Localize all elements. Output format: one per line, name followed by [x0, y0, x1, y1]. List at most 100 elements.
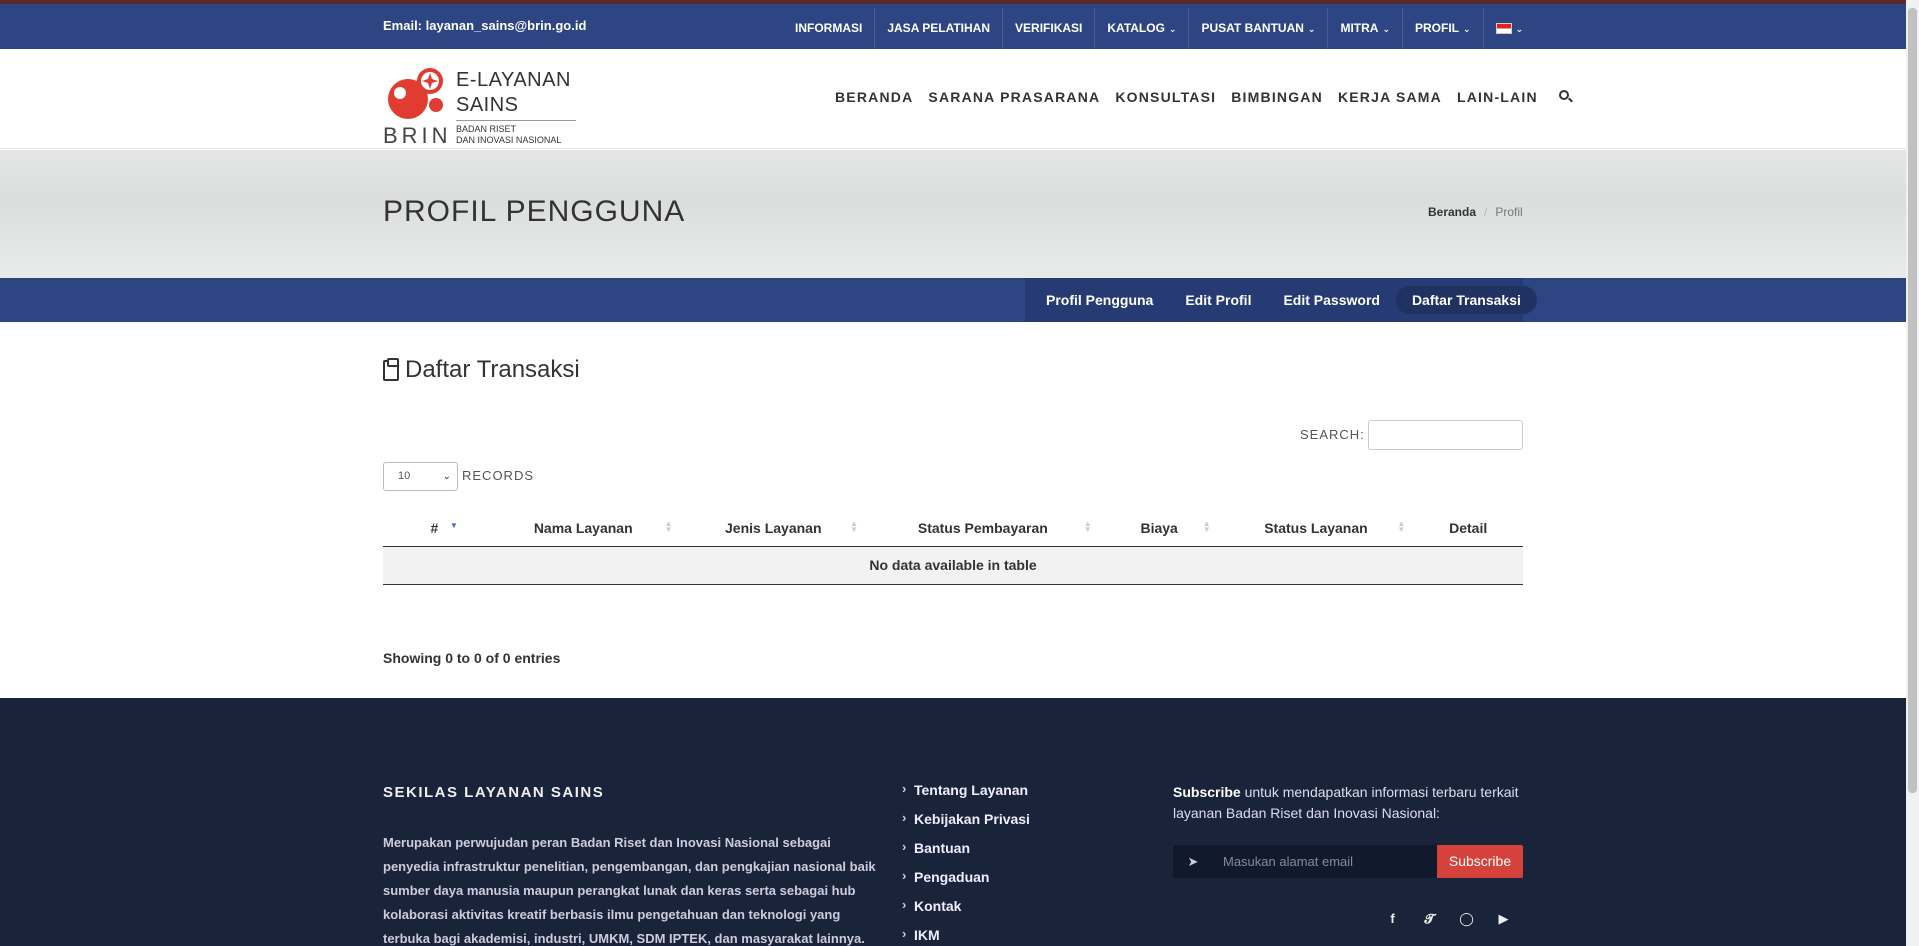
sort-icon: ▲ ▼: [1083, 519, 1092, 534]
top-menu-verifikasi[interactable]: VERIFIKASI: [1003, 8, 1096, 49]
top-menu-label: KATALOG: [1107, 21, 1165, 35]
search-label: SEARCH:: [1300, 427, 1365, 442]
top-menu-katalog[interactable]: KATALOG ⌄: [1095, 8, 1190, 49]
top-bar: Email: layanan_sains@brin.go.id INFORMAS…: [0, 0, 1906, 49]
contact-email: Email: layanan_sains@brin.go.id: [383, 18, 587, 33]
chevron-down-icon: ⌄: [442, 471, 451, 482]
section-title-text: Daftar Transaksi: [405, 356, 580, 383]
nav-kerja-sama[interactable]: KERJA SAMA: [1338, 89, 1442, 105]
footer-link-kontak[interactable]: Kontak: [902, 897, 1030, 927]
nav-sarana-prasarana[interactable]: SARANA PRASARANA: [928, 89, 1100, 105]
logo-title-line2: SAINS: [456, 94, 519, 116]
column-header-biaya[interactable]: Biaya ▲ ▼: [1099, 510, 1219, 547]
footer-link-tentang-layanan[interactable]: Tentang Layanan: [902, 781, 1030, 811]
chevron-down-icon: ⌄: [1515, 24, 1524, 34]
top-menu-mitra[interactable]: MITRA ⌄: [1328, 8, 1404, 49]
brin-logo[interactable]: E-LAYANAN SAINS BRIN BADAN RISET DAN INO…: [383, 59, 583, 148]
chevron-down-icon: ⌄: [1463, 24, 1471, 34]
records-per-page-select[interactable]: 10 ⌄: [383, 462, 458, 491]
tab-edit-profil[interactable]: Edit Profil: [1169, 286, 1267, 314]
logo-subtitle-2: DAN INOVASI NASIONAL: [456, 135, 562, 145]
logo-title-line1: E-LAYANAN: [456, 69, 571, 91]
logo-brand: BRIN: [383, 123, 452, 148]
logo-divider: [456, 120, 576, 121]
nav-konsultasi[interactable]: KONSULTASI: [1115, 89, 1216, 105]
top-menu-label: VERIFIKASI: [1015, 21, 1083, 35]
scrollbar-thumb[interactable]: [1908, 8, 1917, 793]
records-per-page-value: 10: [398, 470, 411, 482]
twitter-icon[interactable]: 𝓣: [1421, 910, 1438, 927]
footer-about-text: Merupakan perwujudan peran Badan Riset d…: [383, 835, 876, 946]
sort-icon: ▲ ▼: [850, 519, 858, 534]
chevron-down-icon: ⌄: [1382, 24, 1391, 34]
breadcrumb: Beranda / Profil: [1428, 205, 1523, 219]
column-header-status-layanan[interactable]: Status Layanan ▲ ▼: [1218, 510, 1414, 547]
subscribe-text: Subscribe untuk mendapatkan informasi te…: [1173, 782, 1523, 824]
breadcrumb-separator: /: [1484, 205, 1488, 219]
table-header-row: # ▼ Nama Layanan ▲ ▼ Jenis Layanan ▲ ▼ Sta…: [383, 510, 1523, 547]
top-menu-informasi[interactable]: INFORMASI: [783, 8, 876, 49]
top-menu-pusat-bantuan[interactable]: PUSAT BANTUAN ⌄: [1189, 8, 1329, 49]
profile-tabs: Profil Pengguna Edit Profil Edit Passwor…: [1025, 278, 1537, 322]
youtube-icon[interactable]: ▶: [1495, 910, 1512, 927]
empty-table-message: No data available in table: [383, 546, 1523, 585]
top-menu-jasa-pelatihan[interactable]: JASA PELATIHAN: [875, 8, 1004, 49]
chevron-down-icon: ⌄: [1307, 24, 1316, 34]
table-row: No data available in table: [383, 546, 1523, 585]
page-title: PROFIL PENGGUNA: [383, 195, 686, 228]
subscribe-form: ➤ Subscribe: [1173, 845, 1523, 878]
footer-link-ikm[interactable]: IKM: [902, 926, 1030, 946]
page-title-banner: PROFIL PENGGUNA Beranda / Profil: [0, 150, 1906, 278]
sort-icon: ▲ ▼: [1397, 519, 1406, 534]
footer-link-pengaduan[interactable]: Pengaduan: [902, 868, 1030, 898]
logo-subtitle-1: BADAN RISET: [456, 124, 517, 134]
column-header-label: #: [430, 519, 439, 536]
column-header-number[interactable]: # ▼: [383, 510, 486, 547]
search-icon[interactable]: [1558, 90, 1573, 104]
column-header-nama-layanan[interactable]: Nama Layanan ▲ ▼: [485, 510, 681, 547]
clipboard-icon: [383, 357, 399, 381]
subscribe-email-input[interactable]: [1213, 845, 1437, 878]
footer-heading: SEKILAS LAYANAN SAINS: [383, 784, 605, 801]
column-header-label: Detail: [1449, 519, 1488, 536]
section-title: Daftar Transaksi: [383, 356, 580, 384]
facebook-icon[interactable]: f: [1384, 910, 1401, 927]
top-menu-label: INFORMASI: [795, 21, 863, 35]
breadcrumb-home[interactable]: Beranda: [1428, 205, 1476, 219]
footer-link-bantuan[interactable]: Bantuan: [902, 839, 1030, 869]
tab-daftar-transaksi[interactable]: Daftar Transaksi: [1395, 286, 1537, 314]
nav-lain-lain[interactable]: LAIN-LAIN: [1457, 89, 1538, 105]
brin-emblem-icon: [388, 68, 443, 119]
chevron-down-icon: ⌄: [1168, 24, 1177, 34]
sort-icon: ▲ ▼: [664, 519, 673, 534]
footer-link-kebijakan-privasi[interactable]: Kebijakan Privasi: [902, 810, 1030, 840]
top-menu-label: PUSAT BANTUAN: [1201, 21, 1304, 35]
subscribe-text-bold: Subscribe: [1173, 784, 1241, 800]
tab-profil-pengguna[interactable]: Profil Pengguna: [1030, 286, 1169, 314]
language-selector[interactable]: ⌄: [1484, 8, 1536, 49]
column-header-status-pembayaran[interactable]: Status Pembayaran ▲ ▼: [865, 510, 1100, 547]
records-label: RECORDS: [462, 468, 535, 483]
top-menu-label: JASA PELATIHAN: [887, 21, 991, 35]
nav-bimbingan[interactable]: BIMBINGAN: [1231, 89, 1323, 105]
transactions-table: # ▼ Nama Layanan ▲ ▼ Jenis Layanan ▲ ▼ Sta…: [383, 510, 1523, 585]
paper-plane-icon: ➤: [1173, 845, 1213, 878]
instagram-icon[interactable]: ◯: [1458, 910, 1475, 927]
indonesia-flag-icon: [1495, 23, 1512, 35]
site-footer: SEKILAS LAYANAN SAINS Merupakan perwujud…: [0, 698, 1906, 946]
page-scrollbar[interactable]: [1906, 0, 1919, 946]
site-header: E-LAYANAN SAINS BRIN BADAN RISET DAN INO…: [0, 49, 1906, 149]
footer-links: Tentang Layanan Kebijakan Privasi Bantua…: [902, 781, 1030, 946]
column-header-jenis-layanan[interactable]: Jenis Layanan ▲ ▼: [680, 510, 866, 547]
column-header-label: Nama Layanan: [533, 519, 633, 536]
tab-edit-password[interactable]: Edit Password: [1267, 286, 1395, 314]
top-menu-profil[interactable]: PROFIL ⌄: [1403, 8, 1484, 49]
table-search-input[interactable]: [1368, 420, 1523, 450]
nav-beranda[interactable]: BERANDA: [835, 89, 913, 105]
top-menu-label: MITRA: [1340, 21, 1379, 35]
sort-desc-icon: ▼: [449, 521, 458, 530]
subscribe-button[interactable]: Subscribe: [1437, 845, 1523, 878]
column-header-label: Biaya: [1140, 519, 1178, 536]
table-info: Showing 0 to 0 of 0 entries: [383, 650, 561, 666]
column-header-label: Status Layanan: [1264, 519, 1368, 536]
